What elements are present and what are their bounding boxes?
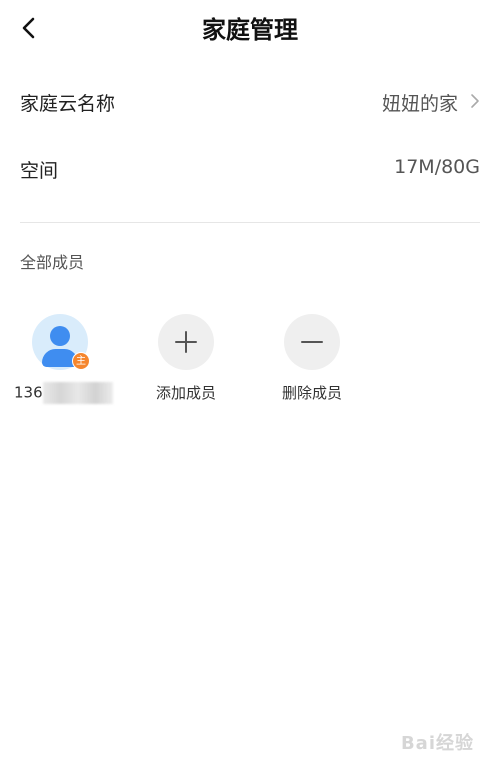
family-name-label: 家庭云名称 <box>20 93 116 115</box>
space-label: 空间 <box>20 160 59 182</box>
family-name-value: 妞妞的家 <box>381 93 458 115</box>
avatar: 主 <box>32 314 90 370</box>
add-member-button[interactable]: 添加成员 <box>131 314 241 403</box>
header: 家庭管理 <box>0 0 500 56</box>
owner-phone-prefix: 136 <box>14 383 43 402</box>
delete-member-button[interactable]: 删除成员 <box>257 314 367 403</box>
delete-member-circle <box>284 314 340 370</box>
add-member-circle <box>158 314 214 370</box>
user-head-icon <box>50 326 70 346</box>
plus-icon <box>175 331 197 353</box>
member-owner[interactable]: 主 136 <box>5 314 115 404</box>
baidu-jingyan-watermark: Bai经验 <box>400 733 474 754</box>
space-value: 17M/80G <box>394 156 480 178</box>
redacted-phone-blur <box>42 382 113 404</box>
space-row: 空间 17M/80G <box>20 148 480 188</box>
all-members-title: 全部成员 <box>20 253 85 272</box>
owner-badge: 主 <box>72 352 90 370</box>
minus-icon <box>301 341 323 343</box>
add-member-label: 添加成员 <box>155 384 216 402</box>
family-management-page: 家庭管理 家庭云名称 妞妞的家 空间 17M/80G 全部成员 主 136 添加… <box>0 0 500 773</box>
delete-member-label: 删除成员 <box>281 384 342 402</box>
owner-phone: 136 <box>5 382 115 404</box>
page-title: 家庭管理 <box>202 16 298 44</box>
divider <box>20 222 480 223</box>
family-name-row[interactable]: 家庭云名称 妞妞的家 <box>20 81 480 121</box>
chevron-right-icon <box>471 94 479 108</box>
